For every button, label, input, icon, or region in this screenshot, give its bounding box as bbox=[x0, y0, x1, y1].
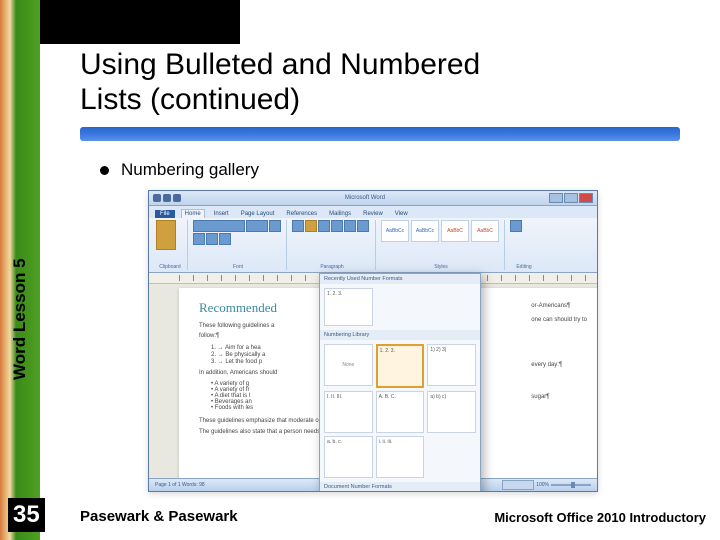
doc-para: follow:¶ bbox=[199, 332, 277, 340]
tab-file[interactable]: File bbox=[155, 210, 175, 218]
title-line1: Using Bulleted and Numbered bbox=[80, 48, 480, 81]
qat-undo-icon[interactable] bbox=[173, 194, 181, 202]
gallery-option[interactable]: i. ii. iii. bbox=[376, 436, 425, 478]
numbering-gallery: Recently Used Number Formats 1. 2. 3. Nu… bbox=[319, 273, 481, 492]
font-size-icon[interactable] bbox=[246, 220, 268, 232]
list-item: 1. → Aim for a hea bbox=[211, 345, 277, 351]
gallery-section-recent: Recently Used Number Formats bbox=[320, 274, 480, 284]
group-font: Font bbox=[190, 220, 287, 270]
status-left: Page 1 of 1 Words: 98 bbox=[155, 482, 205, 488]
slide-title: Using Bulleted and Numbered Lists (conti… bbox=[80, 48, 480, 117]
ribbon: Clipboard Font Paragraph bbox=[149, 218, 597, 273]
numbered-list: 1. → Aim for a hea 2. → Be physically a … bbox=[211, 345, 277, 365]
group-clipboard-label: Clipboard bbox=[156, 264, 184, 270]
group-editing-label: Editing bbox=[510, 264, 538, 270]
group-paragraph: Paragraph bbox=[289, 220, 376, 270]
tab-review[interactable]: Review bbox=[360, 210, 386, 218]
tab-page-layout[interactable]: Page Layout bbox=[238, 210, 278, 218]
minimize-button[interactable] bbox=[549, 193, 563, 203]
doc-para: These following guidelines a bbox=[199, 322, 277, 330]
title-line2: Lists (continued) bbox=[80, 83, 300, 116]
group-editing: Editing bbox=[507, 220, 541, 270]
gallery-section-library: Numbering Library bbox=[320, 330, 480, 340]
page-number: 35 bbox=[8, 498, 45, 532]
bullet-icon bbox=[100, 166, 109, 175]
list-item: 3. → Let the food p bbox=[211, 359, 277, 365]
style-normal[interactable]: AaBbCc bbox=[381, 220, 409, 242]
corner-block bbox=[40, 0, 240, 44]
font-color-icon[interactable] bbox=[219, 233, 231, 245]
view-buttons-icon[interactable] bbox=[502, 480, 534, 490]
group-styles-label: Styles bbox=[381, 264, 501, 270]
bold-icon[interactable] bbox=[269, 220, 281, 232]
bullet-list: A variety of g A variety of fr A diet th… bbox=[211, 381, 277, 411]
align-left-icon[interactable] bbox=[331, 220, 343, 232]
style-heading2[interactable]: AaBbC bbox=[471, 220, 499, 242]
doc-tail: every day:¶ bbox=[531, 361, 587, 369]
gallery-option[interactable]: 1. 2. 3. bbox=[324, 288, 373, 326]
window-titlebar: Microsoft Word bbox=[149, 191, 597, 206]
footer-left: Pasewark & Pasewark bbox=[80, 508, 238, 525]
title-underline bbox=[80, 127, 680, 141]
multilevel-icon[interactable] bbox=[318, 220, 330, 232]
ribbon-tabs: File Home Insert Page Layout References … bbox=[149, 206, 597, 218]
underline-icon[interactable] bbox=[206, 233, 218, 245]
group-styles: AaBbCc AaBbCc AaBbC AaBbC Styles bbox=[378, 220, 505, 270]
word-icon bbox=[153, 194, 161, 202]
doc-tail: sugar¶ bbox=[531, 393, 587, 401]
doc-heading: Recommended bbox=[199, 300, 277, 316]
doc-tail: one can should try to bbox=[531, 316, 587, 324]
sidebar-label: Word Lesson 5 bbox=[10, 258, 30, 380]
close-button[interactable] bbox=[579, 193, 593, 203]
italic-icon[interactable] bbox=[193, 233, 205, 245]
font-box-icon[interactable] bbox=[193, 220, 245, 232]
tab-mailings[interactable]: Mailings bbox=[326, 210, 354, 218]
find-icon[interactable] bbox=[510, 220, 522, 232]
list-item: 2. → Be physically a bbox=[211, 352, 277, 358]
tab-view[interactable]: View bbox=[392, 210, 411, 218]
align-center-icon[interactable] bbox=[344, 220, 356, 232]
gallery-option[interactable]: I. II. III. bbox=[324, 391, 373, 433]
qat-save-icon[interactable] bbox=[163, 194, 171, 202]
align-right-icon[interactable] bbox=[357, 220, 369, 232]
zoom-value[interactable]: 100% bbox=[536, 482, 549, 488]
gallery-option[interactable]: a) b) c) bbox=[427, 391, 476, 433]
doc-para: In addition, Americans should bbox=[199, 369, 277, 377]
tab-home[interactable]: Home bbox=[181, 209, 205, 218]
gallery-option[interactable]: 1) 2) 3) bbox=[427, 344, 476, 386]
tab-references[interactable]: References bbox=[283, 210, 320, 218]
style-heading1[interactable]: AaBbC bbox=[441, 220, 469, 242]
group-paragraph-label: Paragraph bbox=[292, 264, 372, 270]
gallery-option-none[interactable]: None bbox=[324, 344, 373, 386]
doc-tail: or-Americans¶ bbox=[531, 302, 587, 310]
bullet-item: Numbering gallery bbox=[100, 160, 259, 180]
maximize-button[interactable] bbox=[564, 193, 578, 203]
numbering-icon[interactable] bbox=[305, 220, 317, 232]
style-nospacing[interactable]: AaBbCc bbox=[411, 220, 439, 242]
window-title: Microsoft Word bbox=[345, 195, 385, 201]
gallery-option[interactable]: 1. 2. 3. bbox=[376, 344, 425, 388]
footer-right: Microsoft Office 2010 Introductory bbox=[494, 510, 706, 525]
group-clipboard: Clipboard bbox=[153, 220, 188, 270]
gallery-option[interactable]: a. b. c. bbox=[324, 436, 373, 478]
tab-insert[interactable]: Insert bbox=[211, 210, 232, 218]
bullets-icon[interactable] bbox=[292, 220, 304, 232]
bullet-text: Numbering gallery bbox=[121, 160, 259, 180]
list-item: Foods with les bbox=[211, 405, 277, 411]
gallery-option[interactable]: A. B. C. bbox=[376, 391, 425, 433]
gallery-section-doc: Document Number Formats bbox=[320, 482, 480, 492]
paste-icon[interactable] bbox=[156, 220, 176, 250]
group-font-label: Font bbox=[193, 264, 283, 270]
zoom-slider[interactable] bbox=[551, 484, 591, 486]
word-screenshot: Microsoft Word File Home Insert Page Lay… bbox=[148, 190, 598, 492]
